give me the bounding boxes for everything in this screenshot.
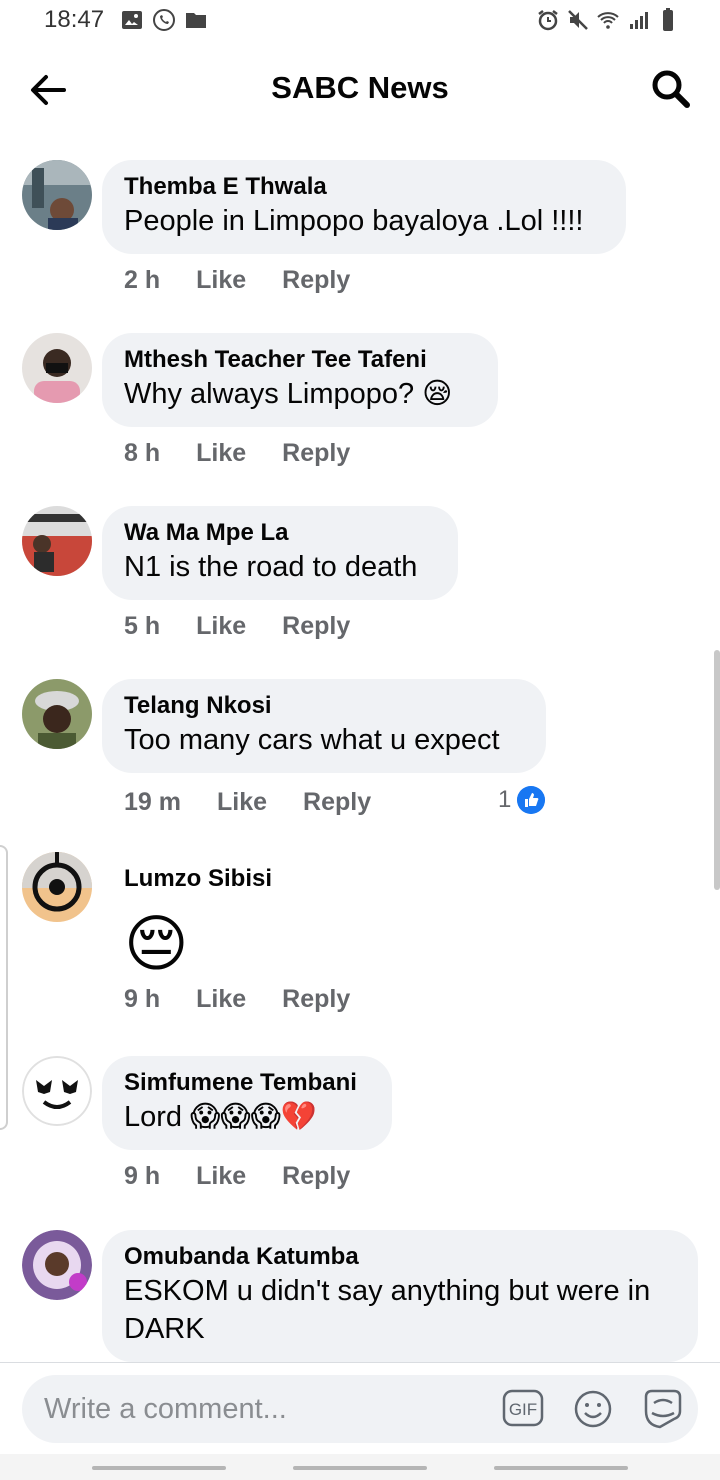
comment-author[interactable]: Themba E Thwala (124, 172, 604, 202)
gif-label: GIF (509, 1400, 537, 1419)
comment-actions: 5 h Like Reply (124, 612, 350, 641)
system-nav-bar (0, 1454, 720, 1480)
status-left-icons (120, 8, 208, 32)
edge-panel-handle[interactable] (0, 845, 8, 1130)
comment-text: N1 is the road to death (124, 551, 418, 583)
comment-text: Too many cars what u expect (124, 724, 500, 756)
like-button[interactable]: Like (196, 266, 246, 295)
avatar[interactable] (22, 1230, 92, 1300)
comment-bubble[interactable]: Simfumene Tembani Lord 😱😱😱💔 (102, 1056, 392, 1150)
comment-actions: 9 h Like Reply (124, 1162, 350, 1191)
like-button[interactable]: Like (196, 612, 246, 641)
folder-icon (186, 13, 206, 28)
reply-button[interactable]: Reply (282, 985, 350, 1014)
comment-author[interactable]: Omubanda Katumba (124, 1242, 676, 1272)
comment-text: Why always Limpopo? 😪 (124, 378, 453, 410)
comment-bubble[interactable]: Telang Nkosi Too many cars what u expect (102, 679, 546, 773)
battery-icon (663, 8, 673, 31)
comment-actions: 8 h Like Reply (124, 439, 350, 468)
wifi-icon (597, 12, 619, 29)
gif-icon[interactable]: GIF (502, 1389, 544, 1427)
comment-composer: Write a comment... GIF (0, 1362, 720, 1454)
signal-icon (630, 12, 648, 29)
alarm-icon (538, 10, 558, 31)
comment-actions: 9 h Like Reply (124, 985, 350, 1014)
avatar[interactable] (22, 1056, 92, 1126)
app-header: SABC News (0, 44, 720, 134)
comment-bubble[interactable]: Omubanda Katumba ESKOM u didn't say anyt… (102, 1230, 698, 1362)
nav-home-button[interactable] (293, 1466, 427, 1470)
comment-time[interactable]: 19 m (124, 788, 181, 817)
status-right-icons (536, 8, 680, 32)
reply-button[interactable]: Reply (282, 612, 350, 641)
comment-bubble[interactable]: Mthesh Teacher Tee Tafeni Why always Lim… (102, 333, 498, 427)
nav-back-button[interactable] (494, 1466, 628, 1470)
avatar[interactable] (22, 160, 92, 230)
like-button[interactable]: Like (196, 985, 246, 1014)
avatar[interactable] (22, 506, 92, 576)
comment-time[interactable]: 5 h (124, 612, 160, 641)
comment-bubble[interactable]: Wa Ma Mpe La N1 is the road to death (102, 506, 458, 600)
comment-time[interactable]: 2 h (124, 266, 160, 295)
status-bar: 18:47 (0, 0, 720, 44)
reply-button[interactable]: Reply (282, 439, 350, 468)
comment-time[interactable]: 9 h (124, 1162, 160, 1191)
sticker-icon[interactable] (640, 1387, 686, 1431)
reply-button[interactable]: Reply (303, 788, 371, 817)
comment-actions: 2 h Like Reply (124, 266, 350, 295)
reply-button[interactable]: Reply (282, 1162, 350, 1191)
comment-input[interactable]: Write a comment... GIF (22, 1375, 698, 1443)
comment-bubble[interactable]: Themba E Thwala People in Limpopo bayalo… (102, 160, 626, 254)
reaction-count: 1 (498, 786, 512, 813)
comment-text: Lord 😱😱😱💔 (124, 1101, 317, 1133)
reaction-summary[interactable]: 1 (498, 786, 546, 814)
comment-time[interactable]: 8 h (124, 439, 160, 468)
whatsapp-icon (153, 9, 175, 31)
comments-list: Themba E Thwala People in Limpopo bayalo… (0, 150, 720, 1362)
avatar[interactable] (22, 679, 92, 749)
comment-author[interactable]: Telang Nkosi (124, 691, 524, 721)
comment-author[interactable]: Mthesh Teacher Tee Tafeni (124, 345, 476, 375)
nav-recents-button[interactable] (92, 1466, 226, 1470)
image-icon (122, 11, 142, 29)
comment-time[interactable]: 9 h (124, 985, 160, 1014)
like-button[interactable]: Like (217, 788, 267, 817)
avatar[interactable] (22, 852, 92, 922)
reply-button[interactable]: Reply (282, 266, 350, 295)
scrollbar-thumb[interactable] (714, 650, 720, 890)
comment-text: 😔 (124, 910, 189, 979)
like-button[interactable]: Like (196, 1162, 246, 1191)
comment-text: People in Limpopo bayaloya .Lol !!!! (124, 205, 584, 237)
thumbs-up-icon (517, 786, 546, 814)
comment-bubble[interactable]: Lumzo Sibisi 😔 (102, 852, 294, 1004)
status-time: 18:47 (44, 6, 105, 33)
avatar[interactable] (22, 333, 92, 403)
comment-text: ESKOM u didn't say anything but were in … (124, 1275, 651, 1345)
comment-author[interactable]: Simfumene Tembani (124, 1068, 370, 1098)
comment-actions: 19 m Like Reply (124, 788, 371, 817)
search-icon[interactable] (650, 68, 692, 110)
mute-icon (568, 10, 588, 30)
smiley-icon[interactable] (573, 1389, 613, 1429)
comment-author[interactable]: Wa Ma Mpe La (124, 518, 436, 548)
comment-input-placeholder[interactable]: Write a comment... (44, 1393, 287, 1426)
comment-author[interactable]: Lumzo Sibisi (124, 864, 272, 894)
like-button[interactable]: Like (196, 439, 246, 468)
page-title: SABC News (271, 70, 449, 105)
